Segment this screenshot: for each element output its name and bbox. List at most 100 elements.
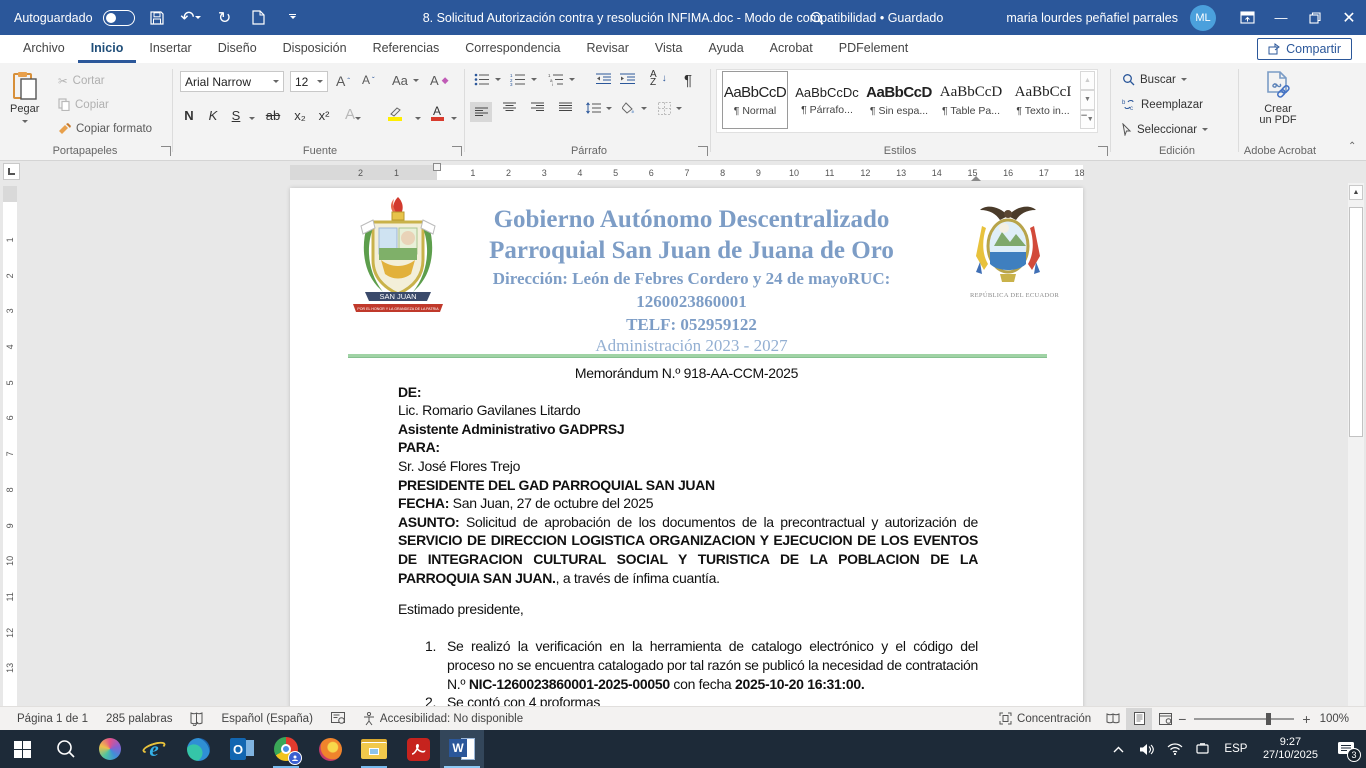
user-name[interactable]: maria lourdes peñafiel parrales bbox=[1006, 11, 1178, 25]
styles-more-button[interactable]: ▔▼ bbox=[1080, 110, 1095, 129]
tab-disposicion[interactable]: Disposición bbox=[270, 35, 360, 63]
tab-correspondencia[interactable]: Correspondencia bbox=[452, 35, 573, 63]
text-effects-button[interactable]: A bbox=[344, 103, 362, 125]
undo-button[interactable]: ↶ bbox=[179, 6, 203, 30]
strikethrough-button[interactable]: ab bbox=[262, 103, 284, 125]
page-indicator[interactable]: Página 1 de 1 bbox=[8, 707, 97, 730]
style-parrafo[interactable]: AaBbCcDc ¶ Párrafo... bbox=[794, 71, 860, 129]
styles-dialog-launcher[interactable] bbox=[1098, 146, 1108, 156]
search-icon[interactable] bbox=[800, 0, 834, 35]
tab-ayuda[interactable]: Ayuda bbox=[695, 35, 756, 63]
shading-button[interactable] bbox=[622, 102, 647, 114]
volume-icon[interactable] bbox=[1133, 730, 1161, 768]
font-color-button[interactable]: A bbox=[428, 103, 446, 125]
format-painter-button[interactable]: Copiar formato bbox=[58, 122, 152, 135]
clear-formatting-button[interactable]: A◆ bbox=[430, 73, 449, 88]
zoom-out-button[interactable]: − bbox=[1178, 711, 1186, 727]
internet-explorer-icon[interactable]: e bbox=[132, 730, 176, 768]
zoom-slider[interactable] bbox=[1194, 718, 1294, 720]
bold-button[interactable]: N bbox=[180, 103, 198, 125]
tab-referencias[interactable]: Referencias bbox=[360, 35, 453, 63]
font-family-combo[interactable]: Arial Narrow bbox=[180, 71, 284, 92]
avatar[interactable]: ML bbox=[1190, 5, 1216, 31]
vertical-scrollbar[interactable]: ▲ bbox=[1348, 183, 1364, 706]
underline-options[interactable] bbox=[246, 103, 258, 125]
text-predictions-icon[interactable] bbox=[322, 707, 354, 730]
collapse-ribbon-button[interactable]: ⌃ bbox=[1348, 141, 1356, 152]
scroll-up-arrow[interactable]: ▲ bbox=[1349, 185, 1363, 200]
find-button[interactable]: Buscar bbox=[1122, 73, 1187, 86]
italic-button[interactable]: K bbox=[204, 103, 222, 125]
vertical-ruler[interactable]: 12345678910111213 bbox=[3, 186, 17, 706]
clipboard-dialog-launcher[interactable] bbox=[161, 146, 171, 156]
show-marks-button[interactable]: ¶ bbox=[684, 72, 692, 89]
outlook-icon[interactable]: O bbox=[220, 730, 264, 768]
cut-button[interactable]: ✂Cortar bbox=[58, 74, 105, 88]
styles-scroll-down[interactable]: ▼ bbox=[1080, 90, 1095, 109]
increase-indent-button[interactable] bbox=[620, 73, 635, 85]
word-count[interactable]: 285 palabras bbox=[97, 707, 182, 730]
replace-button[interactable]: bc Reemplazar bbox=[1122, 98, 1203, 111]
highlight-button[interactable] bbox=[382, 103, 408, 125]
bullets-button[interactable] bbox=[474, 73, 501, 86]
borders-button[interactable] bbox=[658, 102, 682, 115]
align-right-button[interactable] bbox=[526, 102, 548, 113]
language-indicator[interactable]: Español (España) bbox=[212, 707, 321, 730]
proofing-icon[interactable] bbox=[181, 707, 212, 730]
justify-button[interactable] bbox=[554, 102, 576, 113]
web-layout-button[interactable] bbox=[1152, 708, 1178, 730]
zoom-in-button[interactable]: + bbox=[1302, 711, 1310, 727]
font-dialog-launcher[interactable] bbox=[452, 146, 462, 156]
language-indicator[interactable]: ESP bbox=[1217, 730, 1255, 768]
notifications-button[interactable]: 3 bbox=[1326, 730, 1366, 768]
read-mode-button[interactable] bbox=[1100, 708, 1126, 730]
chrome-icon[interactable] bbox=[264, 730, 308, 768]
align-center-button[interactable] bbox=[498, 102, 520, 113]
highlight-options[interactable] bbox=[412, 103, 424, 125]
scrollbar-thumb[interactable] bbox=[1349, 207, 1363, 437]
firefox-icon[interactable] bbox=[308, 730, 352, 768]
taskbar-search-icon[interactable] bbox=[44, 730, 88, 768]
memo-body[interactable]: Memorándum N.º 918-AA-CCM-2025 DE: Lic. … bbox=[290, 364, 1083, 706]
close-button[interactable]: ✕ bbox=[1332, 0, 1366, 35]
copilot-icon[interactable] bbox=[88, 730, 132, 768]
subscript-button[interactable]: x₂ bbox=[290, 103, 310, 125]
save-button[interactable] bbox=[145, 6, 169, 30]
decrease-indent-button[interactable] bbox=[596, 73, 611, 85]
print-layout-button[interactable] bbox=[1126, 708, 1152, 730]
document-page[interactable]: SAN JUAN POR EL HONOR Y LA GRANDEZA DE L… bbox=[290, 188, 1083, 706]
style-texto-independiente[interactable]: AaBbCcI ¶ Texto in... bbox=[1010, 71, 1076, 129]
multilevel-list-button[interactable]: 1ai bbox=[548, 73, 575, 86]
copy-button[interactable]: Copiar bbox=[58, 98, 109, 111]
accessibility-status[interactable]: Accesibilidad: No disponible bbox=[354, 707, 532, 730]
customize-qat-button[interactable] bbox=[281, 6, 305, 30]
paste-button[interactable]: Pegar bbox=[10, 71, 39, 126]
tab-vista[interactable]: Vista bbox=[642, 35, 696, 63]
font-color-options[interactable] bbox=[448, 103, 460, 125]
numbering-button[interactable]: 123 bbox=[510, 73, 537, 86]
start-button[interactable] bbox=[0, 730, 44, 768]
tab-archivo[interactable]: Archivo bbox=[10, 35, 78, 63]
underline-button[interactable]: S bbox=[228, 103, 244, 125]
tab-acrobat[interactable]: Acrobat bbox=[757, 35, 826, 63]
edge-icon[interactable] bbox=[176, 730, 220, 768]
tab-insertar[interactable]: Insertar bbox=[136, 35, 204, 63]
first-line-indent-marker[interactable] bbox=[433, 163, 441, 171]
select-button[interactable]: Seleccionar bbox=[1122, 123, 1208, 136]
file-explorer-icon[interactable] bbox=[352, 730, 396, 768]
word-icon[interactable]: W bbox=[440, 730, 484, 768]
show-hidden-icons[interactable] bbox=[1105, 730, 1133, 768]
autosave-toggle[interactable] bbox=[103, 10, 135, 26]
style-table-paragraph[interactable]: AaBbCcD ¶ Table Pa... bbox=[938, 71, 1004, 129]
redo-button[interactable]: ↻ bbox=[213, 6, 237, 30]
share-button[interactable]: Compartir bbox=[1257, 38, 1352, 60]
restore-button[interactable] bbox=[1298, 0, 1332, 35]
line-spacing-button[interactable] bbox=[586, 102, 612, 114]
wifi-icon[interactable] bbox=[1161, 730, 1189, 768]
tab-diseno[interactable]: Diseño bbox=[205, 35, 270, 63]
tab-inicio[interactable]: Inicio bbox=[78, 35, 137, 63]
right-indent-marker[interactable] bbox=[971, 171, 981, 181]
style-normal[interactable]: AaBbCcD ¶ Normal bbox=[722, 71, 788, 129]
sort-button[interactable]: AZ ↓ bbox=[650, 71, 667, 87]
clock[interactable]: 9:27 27/10/2025 bbox=[1255, 736, 1326, 762]
